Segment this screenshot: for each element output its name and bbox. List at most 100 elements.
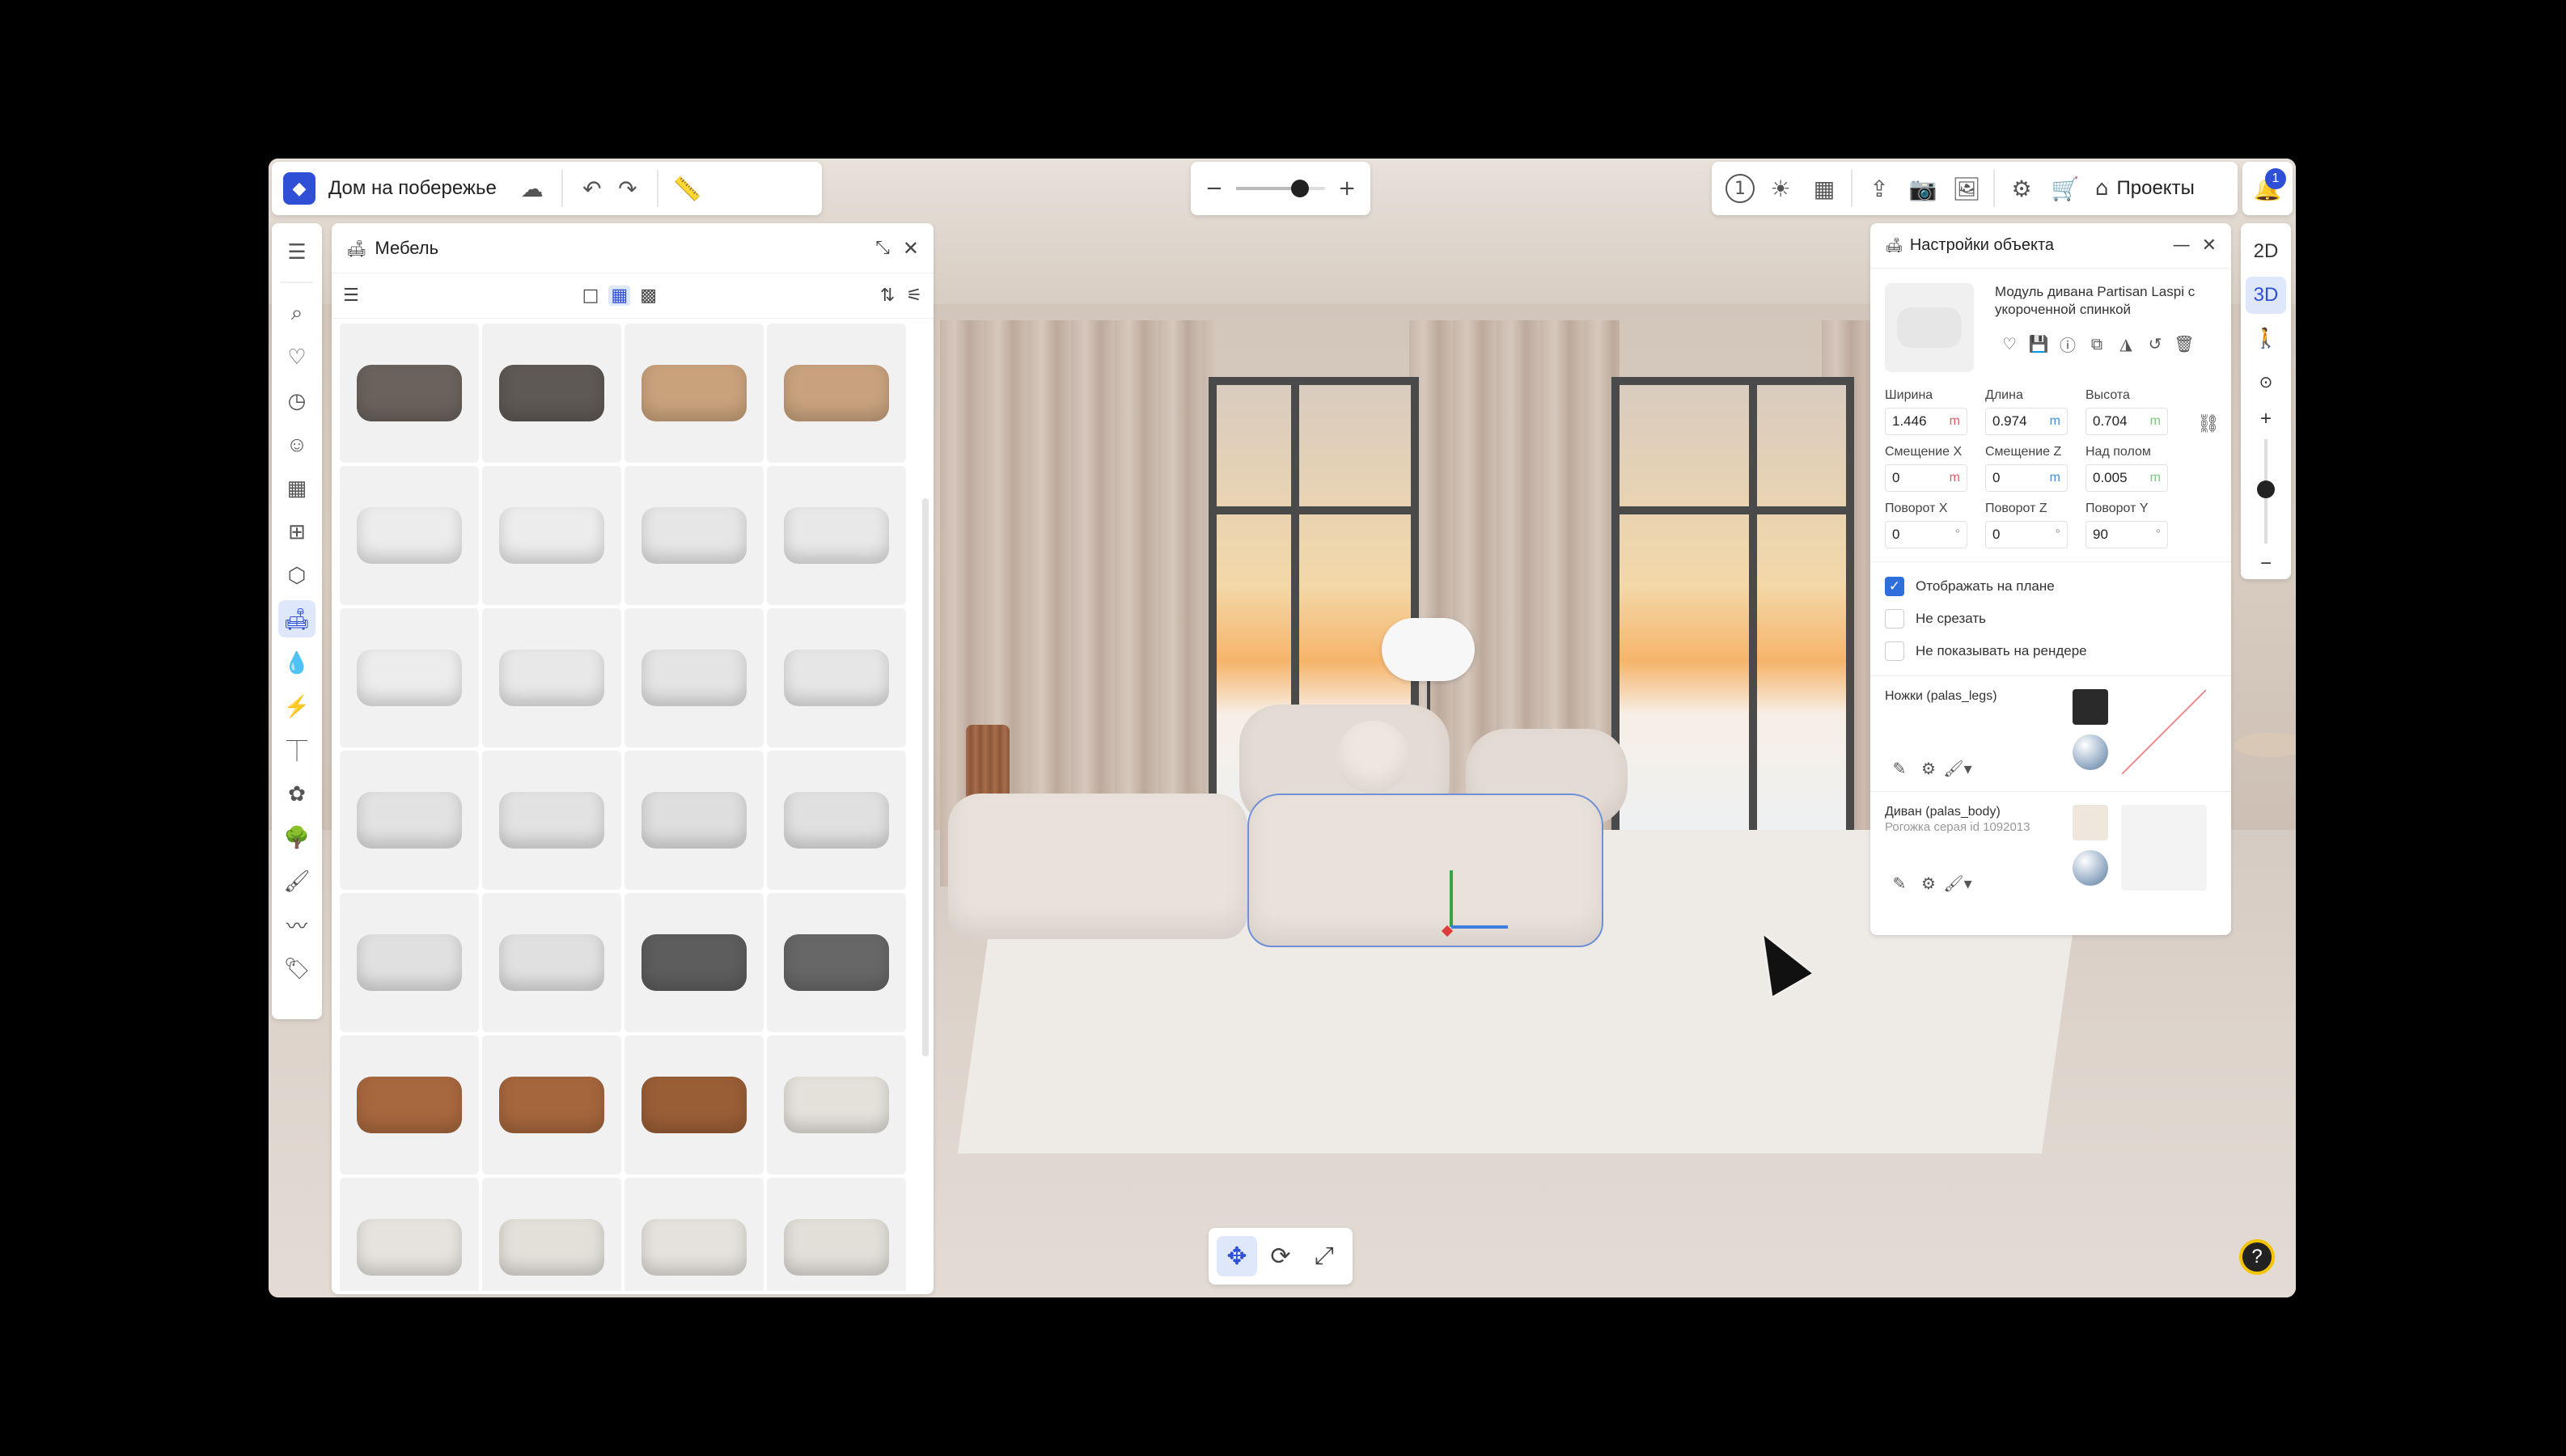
zoom-out-icon[interactable]: − [1205,176,1223,201]
undo-icon[interactable]: ↶ [574,171,610,206]
furniture-item[interactable] [482,751,621,890]
search-icon[interactable]: ⌕ [278,294,315,332]
furniture-item[interactable] [340,466,479,605]
curve-icon[interactable]: 〰 [278,906,315,943]
sofa-seat-selected[interactable] [1247,794,1603,947]
furniture-item[interactable] [767,608,906,747]
sort-icon[interactable]: ⇅ [880,286,895,306]
close-icon[interactable]: ✕ [903,237,919,260]
sofa-icon[interactable]: 🛋 [278,600,315,637]
gallery-icon[interactable]: 🖼 [1949,171,1984,206]
scale-gizmo-icon[interactable]: ⤢ [1304,1236,1344,1276]
checkbox[interactable] [1885,641,1904,661]
field-input[interactable]: 0.704 m [2085,408,2168,435]
user-icon[interactable]: ☺ [278,425,315,463]
checkbox[interactable] [1885,609,1904,629]
step-one-icon[interactable]: 1 [1725,174,1755,203]
clock-icon[interactable]: ◷ [278,382,315,419]
field-input[interactable]: 0.005 m [2085,464,2168,492]
tag-icon[interactable]: 🏷 [278,950,315,987]
floorplan-icon[interactable]: ▦ [1806,171,1842,206]
furniture-item[interactable] [340,324,479,463]
checkbox-row[interactable]: Не показывать на рендере [1870,635,2231,667]
eyedropper-icon[interactable]: ✎ [1885,759,1914,778]
sun-icon[interactable]: ☀ [1763,171,1798,206]
mirror-icon[interactable]: ◮ [2111,332,2140,356]
field-input[interactable]: 1.446 m [1885,408,1967,435]
furniture-item[interactable] [482,608,621,747]
checkbox[interactable]: ✓ [1885,577,1904,596]
furniture-item[interactable] [482,324,621,463]
furniture-item[interactable] [767,893,906,1032]
furniture-item[interactable] [482,1035,621,1175]
brush-dropdown-icon[interactable]: 🖌▾ [1943,759,1972,778]
move-gizmo-icon[interactable]: ✥ [1217,1236,1257,1276]
furniture-item[interactable] [340,1035,479,1175]
furniture-item[interactable] [340,1178,479,1291]
furniture-item[interactable] [482,1178,621,1291]
furniture-item[interactable] [625,751,764,890]
list-view-icon[interactable]: ☰ [343,286,359,306]
ruler-icon[interactable]: 📏 [670,171,705,206]
walls-icon[interactable]: ▦ [278,469,315,506]
furniture-item[interactable] [625,893,764,1032]
field-input[interactable]: 0m [1985,464,2068,492]
furniture-item[interactable] [625,466,764,605]
furniture-item[interactable] [625,608,764,747]
zoom-in-icon[interactable]: + [1338,176,1356,201]
filter-icon[interactable]: ⚟ [906,286,922,306]
reset-icon[interactable]: ↺ [2140,332,2170,356]
app-logo-icon[interactable]: ◆ [283,172,315,205]
walk-mode-icon[interactable]: 🚶 [2246,320,2286,358]
camera-zoom-slider[interactable] [2257,438,2275,544]
zoom-slider-knob[interactable] [1291,180,1310,197]
sofa-model[interactable] [948,705,1636,947]
camera-zoom-out-icon[interactable]: − [2246,552,2286,576]
checkbox-row[interactable]: ✓ Отображать на плане [1870,570,2231,603]
trash-icon[interactable]: 🗑 [2170,332,2199,356]
project-title[interactable]: Дом на побережье [328,177,497,200]
material-texture-preview[interactable] [2121,805,2207,891]
drop-icon[interactable]: 💧 [278,644,315,681]
furniture-item[interactable] [340,608,479,747]
redo-icon[interactable]: ↷ [610,171,646,206]
furniture-item[interactable] [625,1178,764,1291]
furniture-item[interactable] [767,1035,906,1175]
material-swatch[interactable] [2073,805,2108,840]
heart-icon[interactable]: ♡ [278,338,315,375]
info-icon[interactable]: ⓘ [2053,332,2082,356]
furniture-item[interactable] [767,751,906,890]
camera-zoom-in-icon[interactable]: + [2246,407,2286,431]
furniture-item[interactable] [340,751,479,890]
field-input[interactable]: 0m [1885,464,1967,492]
minimize-icon[interactable]: — [2173,235,2191,256]
duplicate-icon[interactable]: ⧉ [2082,332,2111,356]
help-button[interactable]: ? [2239,1239,2275,1275]
field-input[interactable]: 0 ° [1885,521,1967,548]
cloud-sync-icon[interactable]: ☁ [514,171,550,206]
view-3d-button[interactable]: 3D [2246,276,2286,314]
furniture-item[interactable] [625,324,764,463]
target-icon[interactable]: ⊙ [2246,363,2286,400]
lamp-icon[interactable]: ⏉ [278,731,315,768]
furniture-item[interactable] [767,324,906,463]
link-proportions-icon[interactable]: ⛓ [2197,414,2220,434]
save-icon[interactable]: 💾 [2024,332,2053,356]
material-sphere-preview[interactable] [2073,850,2108,886]
gizmo-axis-y[interactable] [1450,870,1453,927]
upload-icon[interactable]: ⇪ [1861,171,1897,206]
material-swatch[interactable] [2073,689,2108,725]
view-2d-button[interactable]: 2D [2246,233,2286,270]
favorite-icon[interactable]: ♡ [1995,332,2024,356]
projects-button[interactable]: ⌂ Проекты [2087,176,2203,201]
rotate-gizmo-icon[interactable]: ⟳ [1260,1236,1301,1276]
material-texture-preview[interactable] [2121,689,2207,775]
cart-icon[interactable]: 🛒 [2047,171,2083,206]
furniture-item[interactable] [767,1178,906,1291]
paint-roller-icon[interactable]: 🖌 [278,862,315,899]
field-input[interactable]: 90 ° [2085,521,2168,548]
collapse-icon[interactable]: ⤡ [875,238,890,258]
gear-icon[interactable]: ⚙ [1914,759,1943,778]
gear-icon[interactable]: ⚙ [1914,874,1943,893]
close-icon[interactable]: ✕ [2202,235,2217,256]
